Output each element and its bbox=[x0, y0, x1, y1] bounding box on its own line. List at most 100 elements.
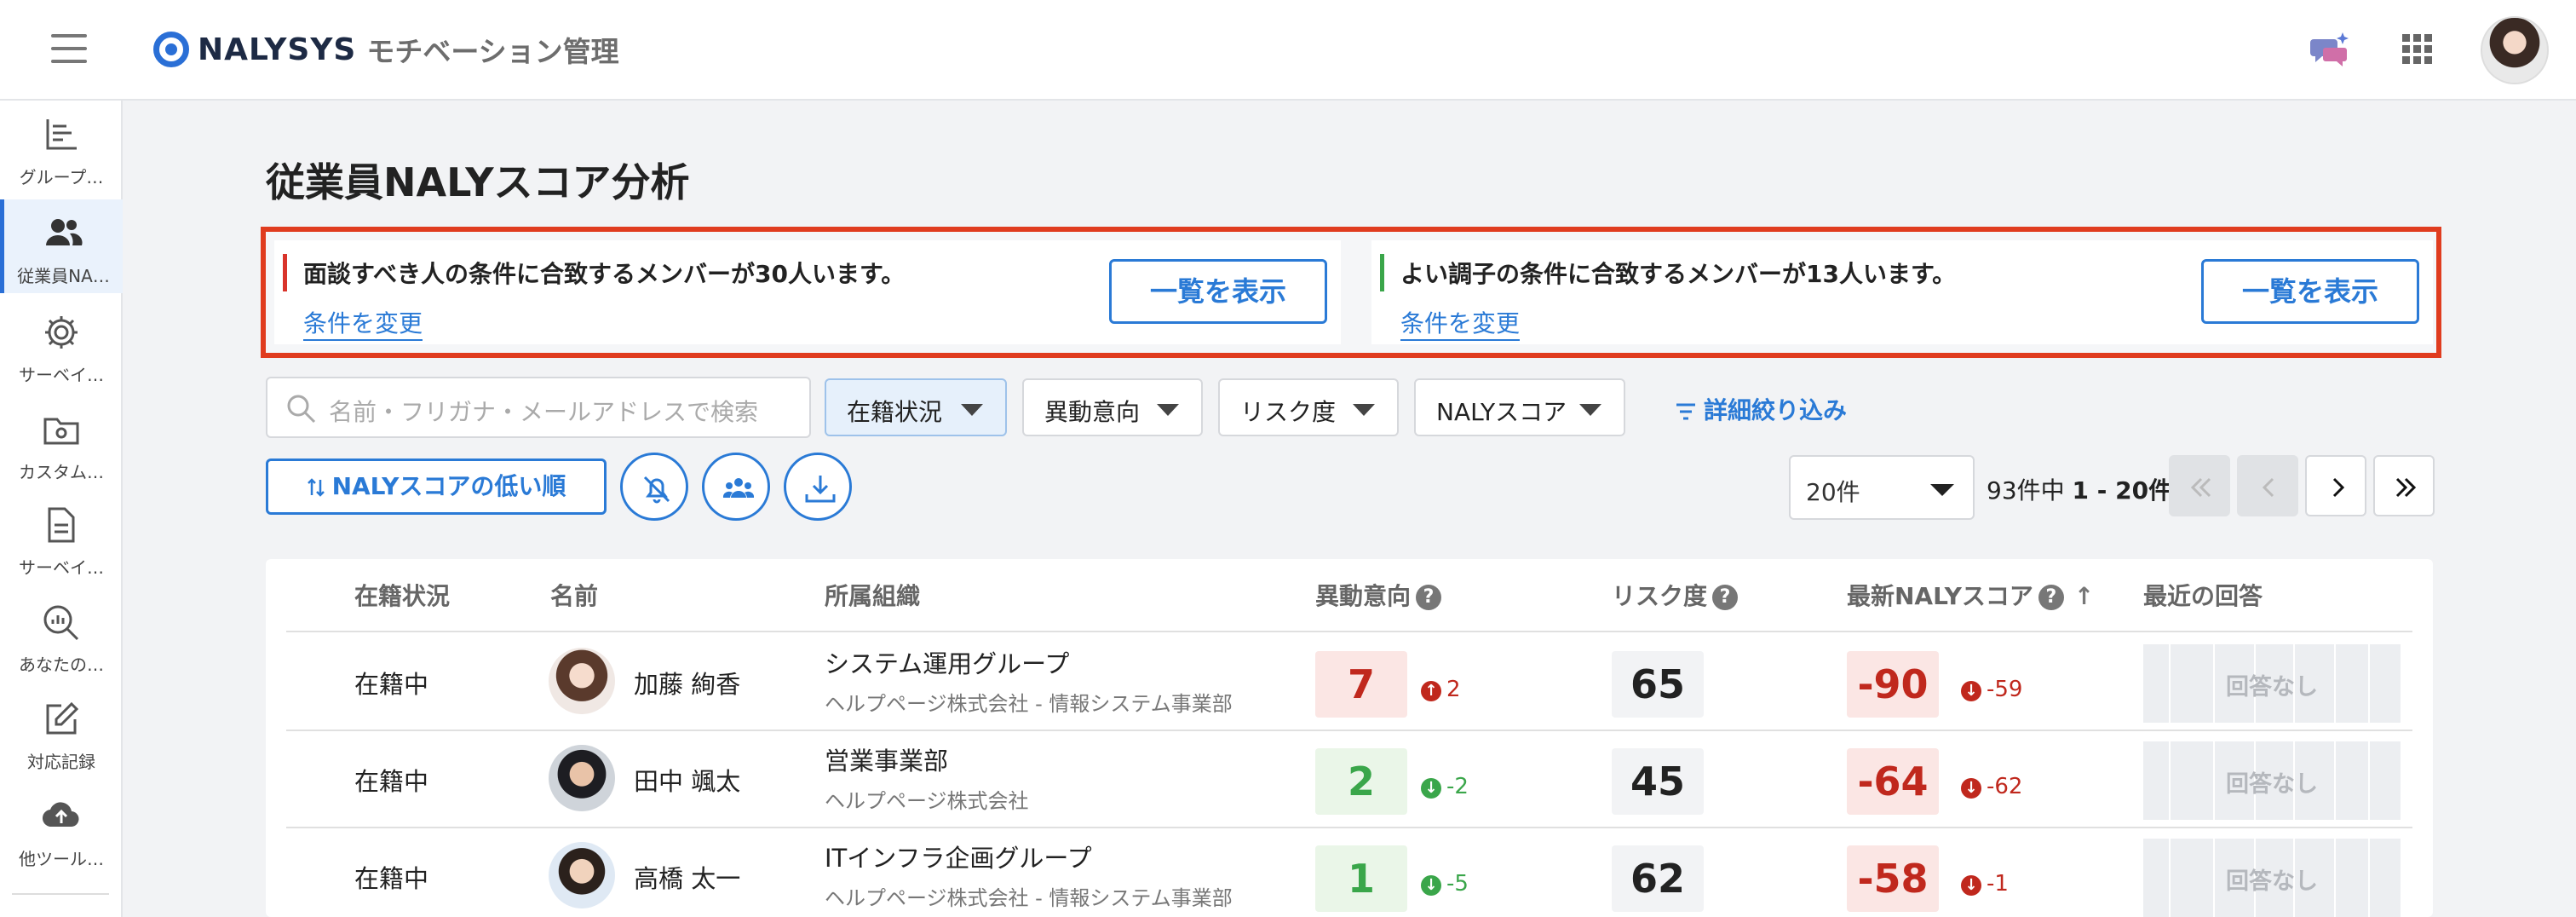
search-chart-icon bbox=[42, 603, 81, 646]
logo-mark-icon bbox=[153, 32, 189, 67]
org-sub-cell: ヘルプページ株式会社 - 情報システム事業部 bbox=[825, 886, 1233, 910]
filter-icon bbox=[1676, 403, 1695, 420]
sort-up-arrow-icon[interactable]: ↑ bbox=[2074, 582, 2094, 610]
status-cell: 在籍中 bbox=[354, 864, 429, 893]
pagination-total: 93件中 bbox=[1987, 476, 2065, 505]
people-icon bbox=[44, 215, 83, 256]
col-header-status[interactable]: 在籍状況 bbox=[354, 578, 450, 612]
table-row[interactable]: 在籍中 加藤 絢香 システム運用グループ ヘルプページ株式会社 - 情報システム… bbox=[266, 632, 2433, 730]
transfer-delta: ↓ -2 bbox=[1421, 774, 1469, 799]
arrow-down-icon: ↓ bbox=[1961, 778, 1981, 799]
org-cell: ITインフラ企画グループ bbox=[825, 844, 1092, 873]
sort-button[interactable]: NALYスコアの低い順 bbox=[266, 458, 607, 515]
arrow-down-icon: ↓ bbox=[1961, 681, 1981, 701]
change-condition-link[interactable]: 条件を変更 bbox=[1400, 305, 1521, 341]
sidebar-item-records[interactable]: 対応記録 bbox=[0, 685, 123, 779]
risk-score: 65 bbox=[1612, 651, 1704, 718]
logo-brand: NALYSYS bbox=[198, 32, 357, 67]
sort-label: NALYスコアの低い順 bbox=[331, 472, 566, 500]
sidebar-item-survey[interactable]: サーベイ… bbox=[0, 491, 123, 585]
col-header-org[interactable]: 所属組織 bbox=[825, 578, 920, 612]
app-logo[interactable]: NALYSYS モチベーション管理 bbox=[153, 29, 619, 70]
sidebar-item-label: サーベイ… bbox=[19, 557, 104, 578]
group-members-button[interactable] bbox=[702, 453, 770, 521]
name-cell[interactable]: 田中 颯太 bbox=[634, 762, 740, 798]
detail-filter-label: 詳細絞り込み bbox=[1704, 396, 1848, 424]
chevron-left-icon bbox=[2262, 477, 2274, 498]
sidebar-item-custom[interactable]: カスタム… bbox=[0, 395, 123, 489]
download-button[interactable] bbox=[784, 453, 852, 521]
last-page-button[interactable] bbox=[2373, 455, 2435, 516]
avatar bbox=[549, 648, 615, 714]
chevron-right-icon bbox=[2332, 477, 2345, 498]
first-page-button[interactable] bbox=[2169, 455, 2230, 516]
help-icon[interactable]: ? bbox=[1416, 585, 1442, 610]
caret-down-icon bbox=[1930, 484, 1954, 496]
sidebar-item-group[interactable]: グループ… bbox=[0, 101, 123, 194]
logo-subtitle: モチベーション管理 bbox=[366, 35, 619, 68]
score-delta: ↓ -62 bbox=[1961, 774, 2022, 799]
col-header-score-label: 最新NALYスコア bbox=[1847, 582, 2033, 610]
arrow-down-icon: ↓ bbox=[1421, 778, 1441, 799]
risk-score: 45 bbox=[1612, 748, 1704, 815]
detail-filter-link[interactable]: 詳細絞り込み bbox=[1675, 392, 1847, 426]
sidebar-item-label: 他ツール… bbox=[19, 849, 104, 869]
show-list-button[interactable]: 一覧を表示 bbox=[2201, 259, 2419, 324]
sidebar-item-label: グループ… bbox=[19, 167, 104, 187]
employee-table: 在籍状況 名前 所属組織 異動意向? リスク度? 最新NALYスコア? ↑ 最近の… bbox=[266, 559, 2433, 917]
search-input[interactable]: 名前・フリガナ・メールアドレスで検索 bbox=[266, 377, 811, 438]
user-avatar[interactable] bbox=[2481, 16, 2549, 84]
sidebar-item-yours[interactable]: あなたの… bbox=[0, 588, 123, 682]
filter-risk-button[interactable]: リスク度 bbox=[1218, 378, 1399, 436]
org-sub-cell: ヘルプページ株式会社 bbox=[825, 789, 1029, 813]
sidebar-item-label: 従業員NA… bbox=[17, 266, 110, 286]
group-icon bbox=[722, 478, 755, 498]
col-header-score[interactable]: 最新NALYスコア? ↑ bbox=[1847, 578, 2094, 612]
col-header-transfer[interactable]: 異動意向? bbox=[1315, 578, 1442, 612]
arrow-down-icon: ↓ bbox=[1961, 875, 1981, 896]
filter-transfer-button[interactable]: 異動意向 bbox=[1022, 378, 1203, 436]
status-cell: 在籍中 bbox=[354, 670, 429, 699]
col-header-name[interactable]: 名前 bbox=[550, 578, 598, 612]
alert-message: よい調子の条件に合致するメンバーが13人います。 bbox=[1400, 260, 1957, 288]
sidebar-item-other-tools[interactable]: 他ツール… bbox=[0, 782, 123, 876]
help-icon[interactable]: ? bbox=[1712, 585, 1739, 610]
name-cell[interactable]: 高橋 太一 bbox=[634, 859, 740, 895]
table-row[interactable]: 在籍中 高橋 太一 ITインフラ企画グループ ヘルプページ株式会社 - 情報シス… bbox=[266, 827, 2433, 917]
mute-notification-button[interactable] bbox=[620, 453, 688, 521]
sidebar-divider bbox=[12, 893, 109, 895]
pagination-summary: 93件中 1 - 20件 bbox=[1987, 472, 2172, 506]
col-header-risk[interactable]: リスク度? bbox=[1612, 578, 1739, 612]
filter-label: NALYスコア bbox=[1436, 398, 1567, 426]
nalys-score: -64 bbox=[1847, 748, 1939, 815]
apps-grid-icon[interactable] bbox=[2402, 34, 2433, 68]
prev-page-button[interactable] bbox=[2237, 455, 2298, 516]
name-cell[interactable]: 加藤 絢香 bbox=[634, 665, 740, 701]
next-page-button[interactable] bbox=[2305, 455, 2366, 516]
avatar bbox=[549, 842, 615, 908]
arrow-up-icon: ↑ bbox=[1421, 681, 1441, 701]
table-row[interactable]: 在籍中 田中 颯太 営業事業部 ヘルプページ株式会社 2 ↓ -2 45 -64 … bbox=[266, 730, 2433, 827]
alert-message: 面談すべき人の条件に合致するメンバーが30人います。 bbox=[303, 260, 906, 288]
show-list-button[interactable]: 一覧を表示 bbox=[1109, 259, 1327, 324]
pagination-range: 1 - 20件 bbox=[2072, 476, 2173, 505]
col-header-recent[interactable]: 最近の回答 bbox=[2143, 578, 2263, 612]
per-page-select[interactable]: 20件 bbox=[1789, 455, 1975, 520]
caret-down-icon bbox=[961, 404, 983, 416]
chat-sparkle-icon[interactable] bbox=[2310, 31, 2349, 73]
sidebar-item-employee-score[interactable]: 従業員NA… bbox=[0, 199, 123, 293]
help-icon[interactable]: ? bbox=[2038, 585, 2064, 610]
no-answer-label: 回答なし bbox=[2226, 674, 2318, 701]
alert-interview-needed: 面談すべき人の条件に合致するメンバーが30人います。 条件を変更 一覧を表示 bbox=[274, 240, 1341, 344]
filter-status-button[interactable]: 在籍状況 bbox=[825, 378, 1007, 436]
cloud-upload-icon bbox=[42, 798, 81, 835]
menu-icon[interactable] bbox=[51, 34, 87, 63]
alert-highlight-box: 面談すべき人の条件に合致するメンバーが30人います。 条件を変更 一覧を表示 よ… bbox=[261, 227, 2441, 358]
filter-score-button[interactable]: NALYスコア bbox=[1414, 378, 1625, 436]
sidebar-item-survey-settings[interactable]: サーベイ… bbox=[0, 298, 123, 392]
transfer-delta: ↓ -5 bbox=[1421, 871, 1469, 897]
col-header-risk-label: リスク度 bbox=[1612, 582, 1708, 610]
filter-label: 在籍状況 bbox=[847, 398, 943, 426]
change-condition-link[interactable]: 条件を変更 bbox=[303, 305, 423, 341]
risk-score: 62 bbox=[1612, 845, 1704, 912]
